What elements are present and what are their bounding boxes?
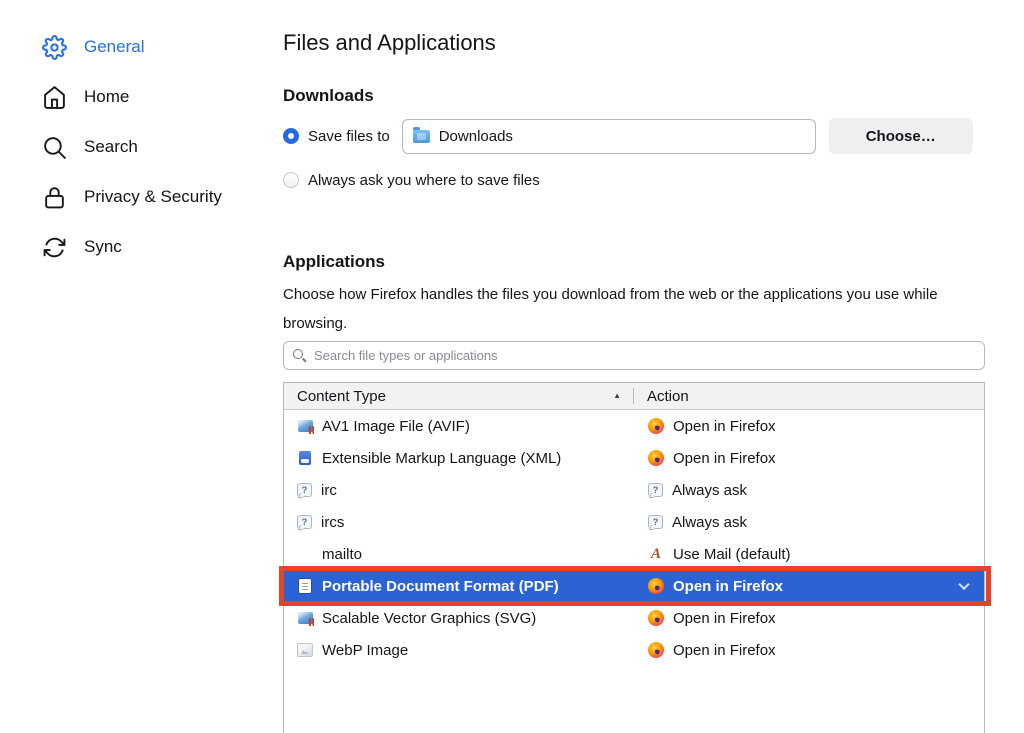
action-cell[interactable]: Open in Firefox (634, 410, 984, 442)
table-row[interactable]: Portable Document Format (PDF) Open in F… (284, 570, 984, 602)
sidebar-item-home[interactable]: Home (0, 72, 283, 122)
firefox-icon (648, 418, 664, 434)
settings-page: General Home Search Privacy & Security S… (0, 0, 1024, 733)
table-row[interactable]: WebP Image Open in Firefox (284, 634, 984, 666)
action-cell[interactable]: Always ask (634, 474, 984, 506)
content-type-cell: ircs (284, 514, 634, 531)
content-type-cell: WebP Image (284, 642, 634, 659)
sidebar-item-privacy-security[interactable]: Privacy & Security (0, 172, 283, 222)
content-type-label: Portable Document Format (PDF) (322, 578, 559, 595)
action-cell[interactable]: Open in Firefox (634, 634, 984, 666)
content-type-label: AV1 Image File (AVIF) (322, 418, 470, 435)
column-header-content-type[interactable]: Content Type ▲ (284, 388, 633, 405)
column-header-action[interactable]: Action (634, 388, 689, 405)
action-label: Use Mail (default) (673, 546, 791, 563)
content-type-label: irc (321, 482, 337, 499)
question-bubble-icon (648, 483, 663, 497)
sidebar-item-label: Search (84, 137, 138, 157)
always-ask-row: Always ask you where to save files (283, 170, 985, 190)
action-label: Open in Firefox (673, 418, 776, 435)
applications-table-header: Content Type ▲ Action (284, 383, 984, 410)
table-row[interactable]: AV1 Image File (AVIF) Open in Firefox (284, 410, 984, 442)
sort-ascending-icon: ▲ (613, 392, 621, 400)
table-row[interactable]: Extensible Markup Language (XML) Open in… (284, 442, 984, 474)
content-type-column-label: Content Type (297, 388, 386, 405)
chevron-down-icon[interactable] (958, 579, 969, 590)
table-row[interactable]: mailto Use Mail (default) (284, 538, 984, 570)
table-row[interactable]: Scalable Vector Graphics (SVG) Open in F… (284, 602, 984, 634)
content-type-cell: Scalable Vector Graphics (SVG) (284, 610, 634, 627)
action-label: Open in Firefox (673, 610, 776, 627)
content-type-cell: mailto (284, 546, 634, 563)
search-input[interactable] (283, 341, 985, 370)
applications-search (283, 341, 985, 370)
applications-table: Content Type ▲ Action AV1 Image File (AV… (283, 382, 985, 733)
action-label: Open in Firefox (673, 578, 783, 595)
image-file-icon (297, 610, 313, 626)
sidebar-item-label: Privacy & Security (84, 187, 222, 207)
action-label: Open in Firefox (673, 450, 776, 467)
action-label: Always ask (672, 482, 747, 499)
firefox-icon (648, 578, 664, 594)
firefox-icon (648, 450, 664, 466)
action-column-label: Action (647, 388, 689, 405)
table-row[interactable]: ircs Always ask (284, 506, 984, 538)
always-ask-radio[interactable] (283, 172, 299, 188)
mail-app-icon (648, 546, 664, 562)
download-path-field[interactable]: Downloads (402, 119, 816, 154)
content-type-label: Extensible Markup Language (XML) (322, 450, 561, 467)
content-type-label: WebP Image (322, 642, 408, 659)
sidebar-item-label: Sync (84, 237, 122, 257)
image-file-icon (297, 418, 313, 434)
question-bubble-icon (648, 515, 663, 529)
action-cell[interactable]: Open in Firefox (634, 602, 984, 634)
save-files-to-label[interactable]: Save files to (308, 128, 390, 145)
content-type-label: mailto (322, 546, 362, 563)
xml-file-icon (297, 450, 313, 466)
action-label: Always ask (672, 514, 747, 531)
content-type-cell: Portable Document Format (PDF) (284, 578, 634, 595)
action-cell[interactable]: Use Mail (default) (634, 538, 984, 570)
action-cell[interactable]: Always ask (634, 506, 984, 538)
action-label: Open in Firefox (673, 642, 776, 659)
search-icon (42, 135, 67, 160)
choose-button[interactable]: Choose… (829, 118, 973, 154)
lock-icon (42, 185, 67, 210)
settings-main-panel: Files and Applications Downloads Save fi… (283, 0, 985, 733)
pdf-file-icon (297, 578, 313, 594)
question-bubble-icon (297, 515, 312, 529)
always-ask-label[interactable]: Always ask you where to save files (308, 172, 540, 189)
search-icon (293, 349, 306, 362)
downloads-heading: Downloads (283, 86, 985, 106)
action-cell[interactable]: Open in Firefox (634, 442, 984, 474)
save-files-to-radio[interactable] (283, 128, 299, 144)
content-type-cell: AV1 Image File (AVIF) (284, 418, 634, 435)
sidebar-item-general[interactable]: General (0, 22, 283, 72)
content-type-label: Scalable Vector Graphics (SVG) (322, 610, 536, 627)
applications-table-body: AV1 Image File (AVIF) Open in Firefox Ex… (284, 410, 984, 666)
sidebar-item-label: Home (84, 87, 129, 107)
applications-description: Choose how Firefox handles the files you… (283, 280, 985, 338)
gear-icon (42, 35, 67, 60)
content-type-label: ircs (321, 514, 344, 531)
table-row[interactable]: irc Always ask (284, 474, 984, 506)
action-cell[interactable]: Open in Firefox (634, 570, 984, 602)
save-files-to-row: Save files to Downloads Choose… (283, 118, 985, 154)
firefox-icon (648, 642, 664, 658)
sync-icon (42, 235, 67, 260)
sidebar-item-label: General (84, 37, 144, 57)
webp-image-icon (297, 642, 313, 658)
home-icon (42, 85, 67, 110)
folder-icon (413, 130, 430, 143)
sidebar-item-sync[interactable]: Sync (0, 222, 283, 272)
page-title: Files and Applications (283, 30, 985, 56)
applications-heading: Applications (283, 252, 985, 272)
settings-sidebar: General Home Search Privacy & Security S… (0, 0, 283, 733)
sidebar-item-search[interactable]: Search (0, 122, 283, 172)
download-path-value: Downloads (439, 128, 513, 145)
content-type-cell: irc (284, 482, 634, 499)
question-bubble-icon (297, 483, 312, 497)
content-type-cell: Extensible Markup Language (XML) (284, 450, 634, 467)
firefox-icon (648, 610, 664, 626)
